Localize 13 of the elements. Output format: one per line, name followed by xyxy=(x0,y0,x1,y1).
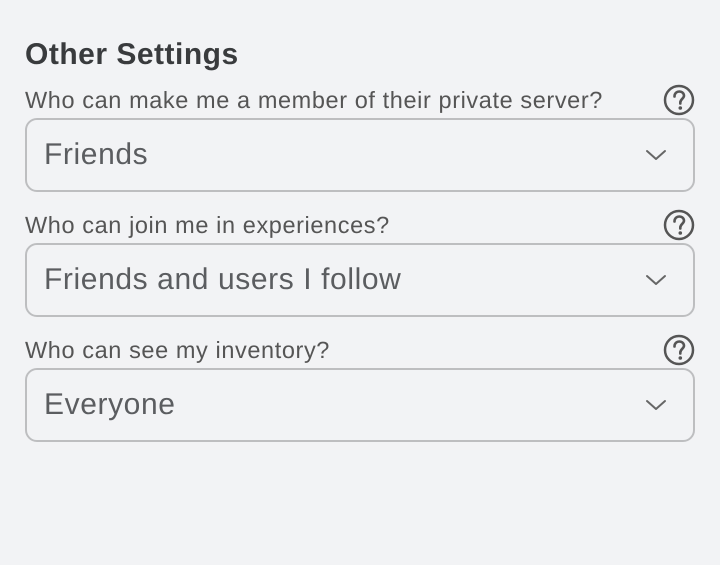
help-icon[interactable] xyxy=(663,209,695,241)
setting-label: Who can join me in experiences? xyxy=(25,211,390,240)
help-icon[interactable] xyxy=(663,84,695,116)
setting-label: Who can make me a member of their private server? xyxy=(25,86,603,115)
help-icon[interactable] xyxy=(663,334,695,366)
dropdown[interactable]: Friends xyxy=(25,118,695,192)
setting-label: Who can see my inventory? xyxy=(25,336,330,365)
dropdown[interactable]: Everyone xyxy=(25,368,695,442)
chevron-icon xyxy=(645,399,667,411)
chevron-icon xyxy=(645,149,667,161)
section-title: Other Settings xyxy=(25,38,240,72)
chevron-icon xyxy=(645,274,667,286)
dropdown[interactable]: Friends and users I follow xyxy=(25,243,695,317)
